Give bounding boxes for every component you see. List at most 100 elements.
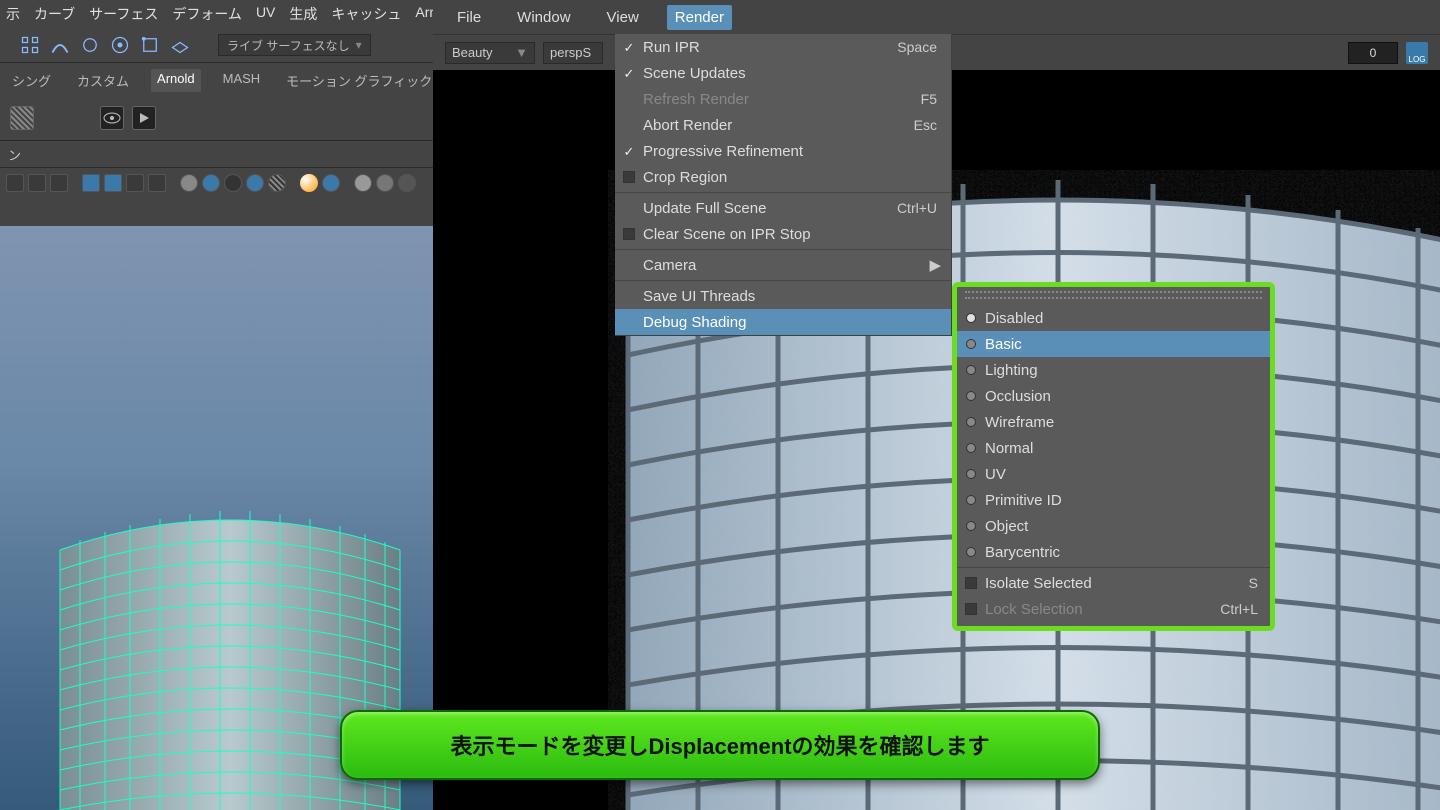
aov-dropdown[interactable]: Beauty ▼ — [445, 42, 535, 64]
submenu-item-label: UV — [985, 466, 1258, 483]
log-icon[interactable]: LOG — [1406, 42, 1428, 64]
submenu-item-label: Barycentric — [985, 544, 1258, 561]
debug-shading-submenu[interactable]: Disabled Basic Lighting Occlusion Wireframe N… — [952, 282, 1275, 631]
tutorial-callout: 表示モードを変更しDisplacementの効果を確認します — [340, 710, 1100, 780]
menu-shortcut: Esc — [914, 117, 937, 133]
menu-item[interactable]: 生成 — [289, 4, 317, 24]
play-icon[interactable] — [132, 106, 156, 130]
menu-item-clear-scene-on-ipr-stop[interactable]: Clear Scene on IPR Stop — [615, 221, 951, 247]
shelf-tab[interactable]: シング — [8, 69, 55, 92]
menu-item-camera[interactable]: Camera▶ — [615, 252, 951, 278]
submenu-item-basic[interactable]: Basic — [957, 331, 1270, 357]
menu-item-abort-render[interactable]: Abort RenderEsc — [615, 112, 951, 138]
main-menubar[interactable]: 示 カーブ サーフェス デフォーム UV 生成 キャッシュ Arr — [0, 0, 433, 30]
menu-separator — [615, 192, 951, 193]
submenu-item-isolate-selected[interactable]: Isolate SelectedS — [957, 570, 1270, 596]
checker-icon[interactable] — [10, 106, 34, 130]
isolate-icon[interactable] — [354, 174, 372, 192]
vp-icon[interactable] — [82, 174, 100, 192]
vp-icon[interactable] — [148, 174, 166, 192]
submenu-item-barycentric[interactable]: Barycentric — [957, 539, 1270, 565]
callout-text: 表示モードを変更しDisplacementの効果を確認します — [450, 729, 989, 761]
submenu-item-occlusion[interactable]: Occlusion — [957, 383, 1270, 409]
menu-item-label: Update Full Scene — [643, 200, 897, 217]
menu-item-progressive-refinement[interactable]: Progressive Refinement — [615, 138, 951, 164]
menu-item-run-ipr[interactable]: Run IPRSpace — [615, 34, 951, 60]
shelf-tab[interactable]: モーション グラフィック — [282, 69, 433, 92]
ipr-eye-icon[interactable] — [100, 106, 124, 130]
submenu-item-uv[interactable]: UV — [957, 461, 1270, 487]
submenu-item-label: Normal — [985, 440, 1258, 457]
snap-curve-icon[interactable] — [50, 35, 70, 55]
vp-icon[interactable] — [28, 174, 46, 192]
submenu-item-wireframe[interactable]: Wireframe — [957, 409, 1270, 435]
menu-item-debug-shading[interactable]: Debug Shading — [615, 309, 951, 335]
submenu-item-label: Isolate Selected — [985, 575, 1249, 592]
menu-item-save-ui-threads[interactable]: Save UI Threads — [615, 283, 951, 309]
frame-field[interactable]: 0 — [1348, 42, 1398, 64]
shelf-tab[interactable]: MASH — [219, 69, 265, 92]
menu-file[interactable]: File — [449, 5, 489, 30]
menu-item-label: Progressive Refinement — [643, 143, 937, 160]
menu-item[interactable]: サーフェス — [89, 4, 158, 24]
menu-item[interactable]: カーブ — [34, 4, 75, 24]
vp-icon[interactable] — [50, 174, 68, 192]
menu-item[interactable]: デフォーム — [172, 4, 242, 24]
vp-icon[interactable] — [126, 174, 144, 192]
shadow-icon[interactable] — [322, 174, 340, 192]
tearoff-handle[interactable] — [965, 291, 1262, 299]
shaded-icon[interactable] — [202, 174, 220, 192]
menu-item[interactable]: 示 — [6, 4, 20, 24]
menu-item-scene-updates[interactable]: Scene Updates — [615, 60, 951, 86]
wireframe-icon[interactable] — [180, 174, 198, 192]
snap-vtx-icon[interactable] — [140, 35, 160, 55]
submenu-item-normal[interactable]: Normal — [957, 435, 1270, 461]
menu-separator — [615, 280, 951, 281]
menu-view[interactable]: View — [599, 5, 647, 30]
submenu-item-lighting[interactable]: Lighting — [957, 357, 1270, 383]
render-menubar[interactable]: File Window View Render — [433, 0, 1440, 34]
menu-item-label: Debug Shading — [643, 314, 937, 331]
vp-icon[interactable] — [6, 174, 24, 192]
submenu-item-primitive-id[interactable]: Primitive ID — [957, 487, 1270, 513]
menu-render[interactable]: Render — [667, 5, 732, 30]
submenu-item-label: Disabled — [985, 310, 1258, 327]
camera-dropdown[interactable]: perspS — [543, 42, 603, 64]
light-icon[interactable] — [300, 174, 318, 192]
menu-item-update-full-scene[interactable]: Update Full SceneCtrl+U — [615, 195, 951, 221]
menu-item-crop-region[interactable]: Crop Region — [615, 164, 951, 190]
shelf-tab-arnold[interactable]: Arnold — [151, 69, 201, 92]
live-surface-select[interactable]: ライブ サーフェスなし ▾ — [218, 34, 371, 56]
shelf-icons-row — [0, 96, 433, 140]
menu-separator — [957, 567, 1270, 568]
xray-icon[interactable] — [376, 174, 394, 192]
menu-item-refresh-render: Refresh RenderF5 — [615, 86, 951, 112]
shelf-tabs[interactable]: シング カスタム Arnold MASH モーション グラフィック — [0, 63, 433, 96]
shelf-tab[interactable]: カスタム — [73, 69, 133, 92]
snap-center-icon[interactable] — [110, 35, 130, 55]
live-surface-label: ライブ サーフェスなし — [227, 37, 350, 54]
submenu-item-label: Occlusion — [985, 388, 1258, 405]
menu-window[interactable]: Window — [509, 5, 578, 30]
snap-grid-icon[interactable] — [20, 35, 40, 55]
culling-icon[interactable] — [398, 174, 416, 192]
render-menu-dropdown[interactable]: Run IPRSpaceScene UpdatesRefresh RenderF… — [615, 34, 952, 336]
submenu-item-disabled[interactable]: Disabled — [957, 305, 1270, 331]
menu-item[interactable]: UV — [256, 4, 275, 24]
submenu-shortcut: Ctrl+L — [1220, 601, 1258, 617]
panel-label: ン — [8, 145, 21, 164]
textured-icon[interactable] — [246, 174, 264, 192]
viewport-toolbar — [0, 168, 433, 198]
submenu-item-label: Lighting — [985, 362, 1258, 379]
smooth-icon[interactable] — [224, 174, 242, 192]
snap-point-icon[interactable] — [80, 35, 100, 55]
snap-plane-icon[interactable] — [170, 35, 190, 55]
maya-left-panel: 示 カーブ サーフェス デフォーム UV 生成 キャッシュ Arr ライブ サー… — [0, 0, 433, 810]
submenu-item-label: Primitive ID — [985, 492, 1258, 509]
submenu-item-object[interactable]: Object — [957, 513, 1270, 539]
menu-item[interactable]: キャッシュ — [331, 4, 401, 24]
menu-item[interactable]: Arr — [415, 4, 433, 24]
checker-icon[interactable] — [268, 174, 286, 192]
menu-shortcut: Ctrl+U — [897, 200, 937, 216]
vp-icon[interactable] — [104, 174, 122, 192]
